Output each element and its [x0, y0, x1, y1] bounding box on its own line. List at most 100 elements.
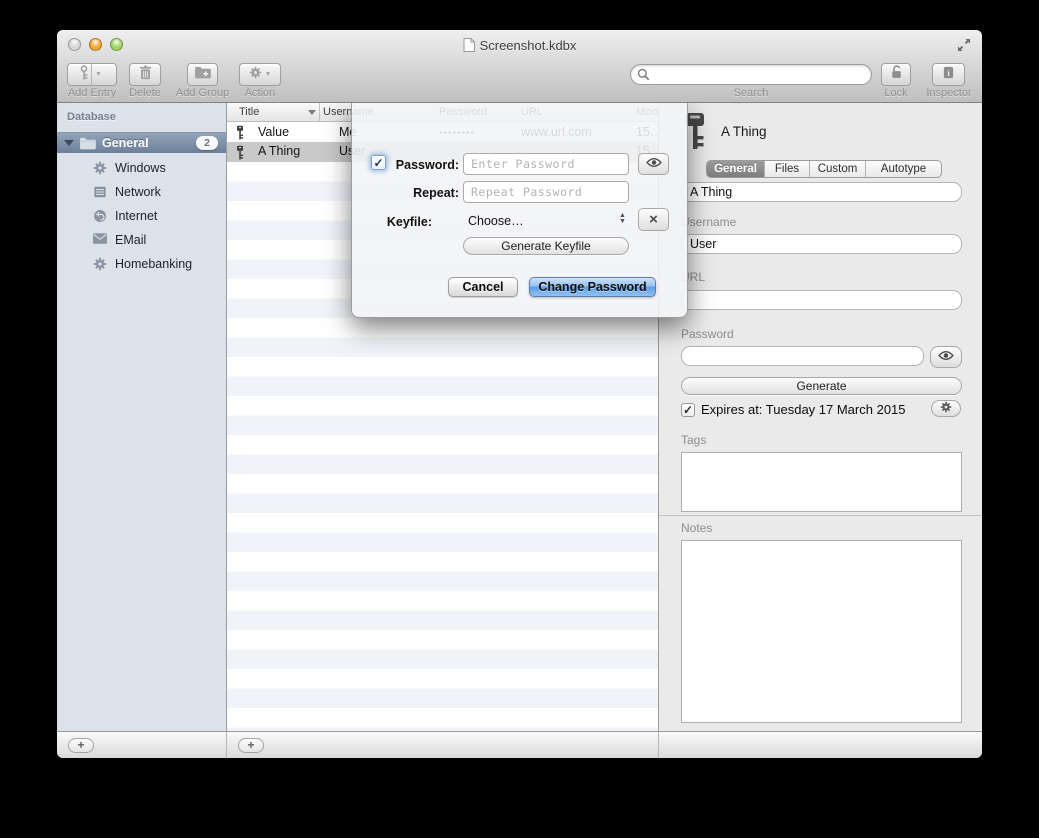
- dialog-repeat-input[interactable]: [463, 181, 629, 203]
- tab-autotype[interactable]: Autotype: [866, 161, 941, 177]
- add-entry-label: Add Entry: [63, 87, 121, 99]
- dialog-keyfile-label: Keyfile:: [372, 215, 432, 229]
- folder-plus-icon: [194, 66, 211, 84]
- sidebar-item-label: Internet: [115, 209, 157, 223]
- column-header-title[interactable]: Title: [239, 106, 259, 118]
- sidebar-item-label: Network: [115, 185, 161, 199]
- footer-divider: [658, 732, 659, 758]
- disclosure-triangle-icon[interactable]: [64, 140, 74, 146]
- tab-general[interactable]: General: [707, 161, 765, 177]
- globe-icon: [93, 209, 107, 223]
- sidebar-item-email[interactable]: EMail: [57, 229, 226, 251]
- action-button[interactable]: ▼: [239, 63, 281, 86]
- stepper-icon[interactable]: ▲▼: [619, 213, 626, 225]
- lock-button[interactable]: [881, 63, 911, 86]
- sidebar-item-windows[interactable]: Windows: [57, 157, 226, 179]
- username-field[interactable]: [681, 234, 962, 254]
- change-password-button[interactable]: Change Password: [529, 277, 656, 297]
- add-entry-footer-button[interactable]: +: [238, 738, 264, 753]
- sidebar-group-general[interactable]: General 2: [57, 132, 226, 153]
- dialog-reveal-button[interactable]: [638, 153, 669, 175]
- gear-icon: [249, 66, 262, 84]
- folder-icon: [79, 137, 96, 150]
- tags-field[interactable]: [681, 452, 962, 512]
- search-field[interactable]: [630, 64, 872, 85]
- cancel-button[interactable]: Cancel: [448, 277, 518, 297]
- sidebar-item-network[interactable]: Network: [57, 181, 226, 203]
- main-content: Database General 2 Windows: [57, 103, 982, 731]
- username-label: Username: [681, 215, 736, 229]
- screen-background: Screenshot.kdbx ▼ Add Entry Delete: [0, 0, 1039, 838]
- password-checkbox[interactable]: ✓: [371, 155, 386, 170]
- window-footer: + +: [57, 731, 982, 758]
- fullscreen-icon[interactable]: [956, 37, 972, 53]
- dialog-password-label: Password:: [388, 158, 459, 172]
- inspector-button[interactable]: i: [932, 63, 965, 86]
- window-title: Screenshot.kdbx: [57, 38, 982, 55]
- tags-label: Tags: [681, 433, 706, 447]
- key-icon: [235, 125, 245, 143]
- generate-keyfile-button[interactable]: Generate Keyfile: [463, 237, 629, 255]
- search-input[interactable]: [654, 67, 871, 83]
- entry-title: A Thing: [258, 144, 300, 158]
- notes-field[interactable]: [681, 540, 962, 723]
- window-chrome: Screenshot.kdbx ▼ Add Entry Delete: [57, 30, 982, 103]
- sidebar-group-label: General: [102, 136, 149, 150]
- clear-keyfile-button[interactable]: ×: [638, 208, 669, 231]
- sidebar-item-homebanking[interactable]: Homebanking: [57, 253, 226, 275]
- eye-icon: [938, 350, 954, 364]
- tab-custom[interactable]: Custom: [810, 161, 866, 177]
- password-label: Password: [681, 327, 734, 341]
- sidebar-section-header: Database: [67, 111, 116, 123]
- inspector-label: Inspector: [918, 87, 980, 99]
- password-field[interactable]: [681, 346, 924, 366]
- delete-label: Delete: [125, 87, 165, 99]
- action-label: Action: [237, 87, 283, 99]
- reveal-password-button[interactable]: [930, 346, 962, 368]
- dialog-password-input[interactable]: [463, 153, 629, 175]
- sidebar-item-label: EMail: [115, 233, 146, 247]
- delete-button[interactable]: [129, 63, 161, 86]
- expires-row: ✓ Expires at: Tuesday 17 March 2015: [681, 402, 906, 417]
- eye-icon: [646, 155, 662, 173]
- server-icon: [93, 185, 107, 199]
- info-icon: i: [941, 66, 956, 84]
- sidebar-item-label: Windows: [115, 161, 166, 175]
- key-icon: [79, 65, 89, 85]
- add-group-button[interactable]: [187, 63, 218, 86]
- footer-divider: [226, 732, 227, 758]
- inspector-entry-title: A Thing: [721, 124, 767, 139]
- gear-icon: [940, 401, 952, 416]
- section-divider: [659, 515, 982, 516]
- expiry-presets-button[interactable]: [931, 400, 961, 417]
- search-label: Search: [721, 87, 781, 99]
- trash-icon: [139, 65, 152, 85]
- expires-label: Expires at: Tuesday 17 March 2015: [701, 402, 906, 417]
- notes-label: Notes: [681, 521, 712, 535]
- dialog-repeat-label: Repeat:: [388, 186, 459, 200]
- sidebar-item-internet[interactable]: Internet: [57, 205, 226, 227]
- search-icon: [637, 68, 650, 81]
- close-icon: ×: [649, 212, 658, 227]
- expires-checkbox[interactable]: ✓: [681, 403, 695, 417]
- document-icon: [463, 38, 475, 55]
- gear-icon: [93, 161, 107, 175]
- lock-open-icon: [889, 64, 904, 85]
- keyfile-popup-button[interactable]: Choose…: [468, 214, 524, 228]
- app-window: Screenshot.kdbx ▼ Add Entry Delete: [57, 30, 982, 758]
- column-divider[interactable]: [319, 103, 320, 122]
- inspector-tabs: General Files Custom Autotype: [706, 160, 942, 178]
- generate-password-button[interactable]: Generate: [681, 377, 962, 395]
- gear-icon: [93, 257, 107, 271]
- add-group-footer-button[interactable]: +: [68, 738, 94, 753]
- chevron-down-icon: ▼: [265, 71, 272, 78]
- sort-descending-icon: [308, 110, 316, 115]
- url-field[interactable]: [681, 290, 962, 310]
- envelope-icon: [93, 233, 107, 247]
- tab-files[interactable]: Files: [765, 161, 810, 177]
- title-field[interactable]: [681, 182, 962, 202]
- chevron-down-icon: ▼: [91, 64, 105, 85]
- add-entry-button[interactable]: ▼: [67, 63, 117, 86]
- key-icon: [235, 145, 245, 163]
- sidebar: Database General 2 Windows: [57, 103, 226, 731]
